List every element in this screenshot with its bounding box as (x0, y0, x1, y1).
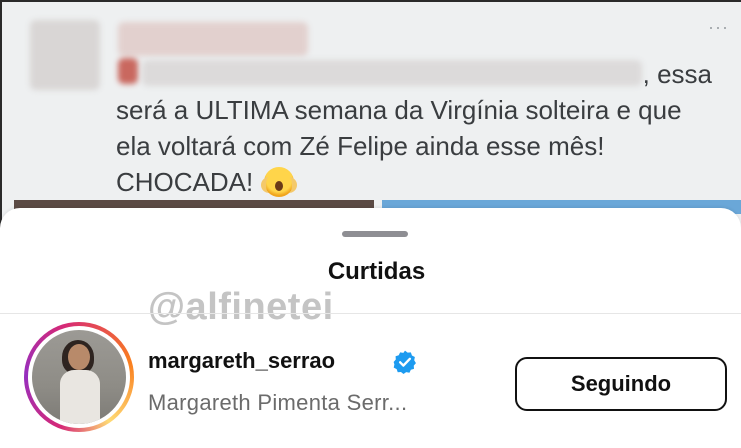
avatar[interactable] (32, 330, 126, 424)
post-text-line: ela voltará com Zé Felipe ainda esse mês… (116, 131, 605, 161)
post-text-line: , essa (642, 59, 712, 89)
likes-sheet: Curtidas @alfinetei margareth_serrao Mar… (0, 208, 741, 448)
more-options-icon[interactable]: ··· (708, 18, 729, 36)
post-text-line: CHOCADA! (116, 164, 726, 200)
sheet-grabber-handle[interactable] (342, 231, 408, 237)
verified-badge-icon (393, 350, 416, 375)
sheet-title: Curtidas (327, 258, 426, 285)
story-ring[interactable] (24, 322, 134, 432)
following-button[interactable]: Seguindo (515, 357, 727, 411)
full-name: Margareth Pimenta Serr... (148, 390, 408, 415)
divider (0, 313, 741, 314)
blurred-avatar (30, 20, 100, 90)
post-text-line: será a ULTIMA semana da Virgínia solteir… (116, 95, 682, 125)
blurred-name (118, 22, 308, 56)
screaming-face-icon (261, 167, 298, 197)
list-item[interactable]: margareth_serrao Margareth Pimenta Serr.… (0, 320, 741, 442)
post-text: , essa será a ULTIMA semana da Virgínia … (116, 56, 726, 200)
username[interactable]: margareth_serrao (148, 348, 335, 374)
